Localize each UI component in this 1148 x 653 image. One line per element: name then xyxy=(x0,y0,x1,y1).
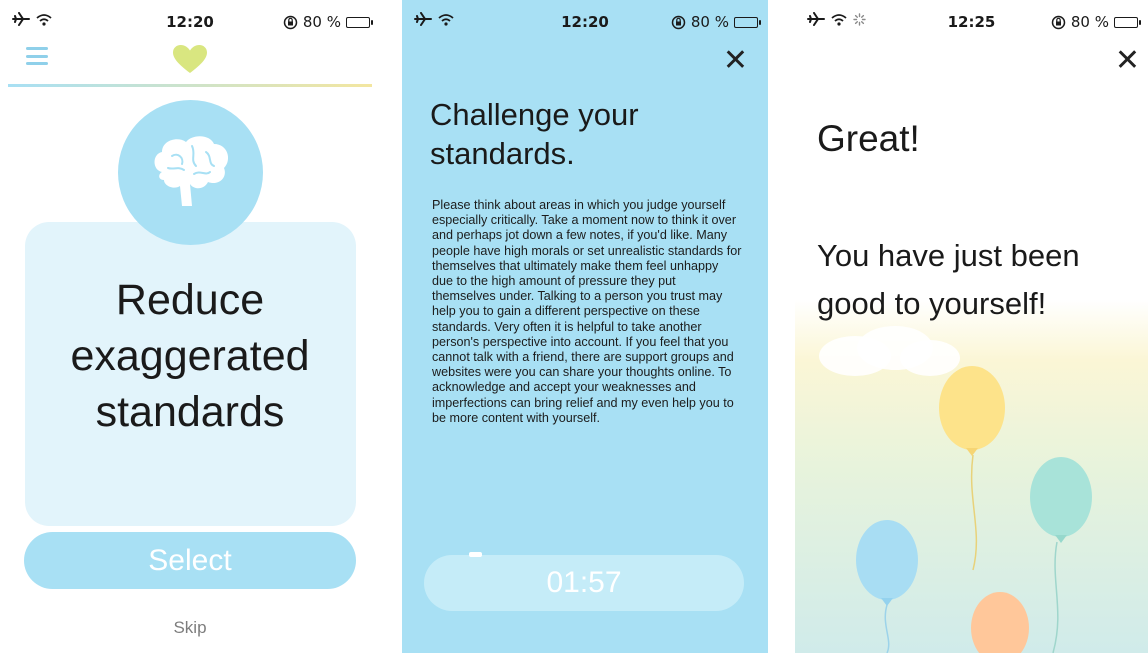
hamburger-menu-icon[interactable] xyxy=(26,47,48,65)
timer-countdown: 01:57 xyxy=(546,566,622,599)
screen-exercise-detail: 12:20 80 % ✕ Challenge your standards. P… xyxy=(402,0,768,653)
status-bar: 12:20 80 % xyxy=(0,0,380,40)
balloon-orange xyxy=(971,592,1029,653)
balloon-teal xyxy=(1030,457,1092,653)
timer-bar[interactable]: 01:57 xyxy=(424,555,744,611)
heart-icon[interactable] xyxy=(172,44,208,78)
header-divider xyxy=(8,84,372,87)
exercise-title: Reduce exaggerated standards xyxy=(70,276,310,436)
close-icon[interactable]: ✕ xyxy=(723,46,748,76)
battery-percent: 80 % xyxy=(302,13,341,31)
balloon-blue xyxy=(856,520,918,653)
exercise-instructions: Please think about areas in which you ju… xyxy=(432,198,742,425)
skip-link[interactable]: Skip xyxy=(0,618,380,638)
timer-progress-indicator xyxy=(469,552,482,557)
status-bar: 12:20 80 % xyxy=(402,0,768,40)
balloon-yellow xyxy=(939,366,1005,571)
rotation-lock-icon xyxy=(283,15,298,30)
brain-badge xyxy=(118,100,263,245)
battery-icon xyxy=(734,16,761,28)
screen-select-exercise: 12:20 80 % Reduce exaggerated standards … xyxy=(0,0,380,653)
brain-icon xyxy=(148,132,234,214)
battery-icon xyxy=(346,16,373,28)
select-button[interactable]: Select xyxy=(24,532,356,589)
battery-percent: 80 % xyxy=(690,13,729,31)
screen-completion: 12:25 80 % ✕ Great! You have just been g… xyxy=(795,0,1148,653)
rotation-lock-icon xyxy=(671,15,686,30)
balloons-illustration xyxy=(856,366,1092,653)
exercise-heading: Challenge your standards. xyxy=(430,97,639,171)
